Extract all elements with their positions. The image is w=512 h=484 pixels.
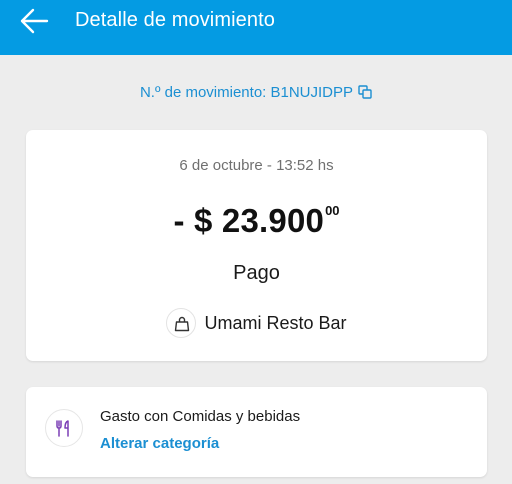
change-category-link[interactable]: Alterar categoría (100, 435, 219, 453)
app-header: Detalle de movimiento (0, 0, 512, 55)
movement-id-label: N.º de movimiento: B1NUJIDPP (139, 84, 354, 101)
shopping-bag-icon (166, 308, 197, 338)
amount-main: - $ 23.900 (173, 202, 325, 239)
copy-icon[interactable] (358, 85, 372, 99)
back-button[interactable] (14, 6, 54, 36)
movement-date: 6 de octubre - 13:52 hs (179, 157, 334, 174)
arrow-left-icon (20, 8, 49, 34)
movement-type: Pago (233, 262, 280, 284)
merchant-row: Umami Resto Bar (26, 308, 487, 338)
movement-amount: - $ 23.90000 (26, 201, 487, 241)
fork-knife-icon (45, 409, 83, 447)
page-title: Detalle de movimiento (75, 9, 275, 31)
category-title: Gasto con Comidas y bebidas (100, 408, 301, 425)
movement-detail-card: 6 de octubre - 13:52 hs - $ 23.90000 Pag… (26, 130, 487, 361)
merchant-name: Umami Resto Bar (204, 313, 347, 333)
amount-cents: 00 (325, 203, 340, 218)
category-card: Gasto con Comidas y bebidas Alterar cate… (26, 387, 487, 477)
movement-id: N.º de movimiento: B1NUJIDPP (0, 84, 512, 102)
